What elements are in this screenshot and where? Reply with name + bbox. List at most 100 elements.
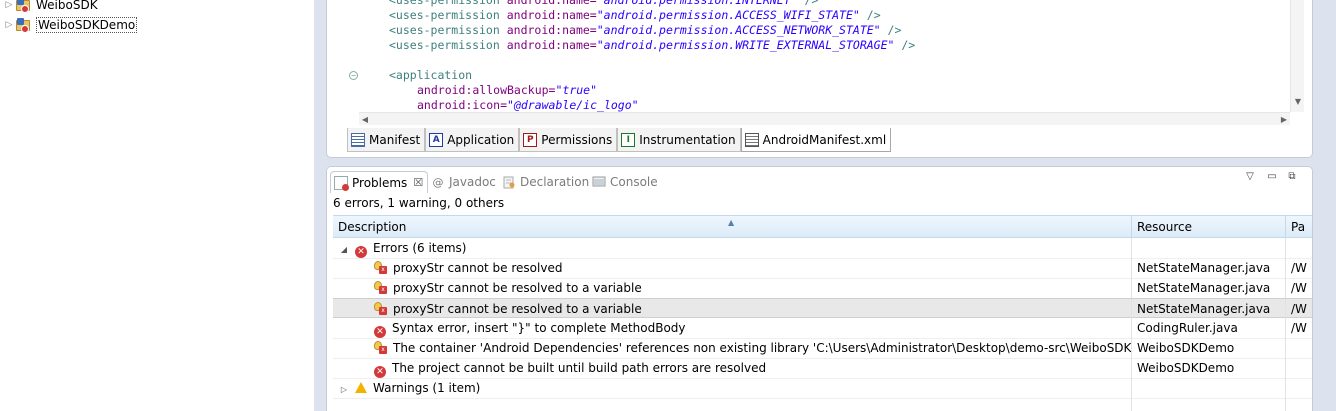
close-icon[interactable]: ☒ [413,176,423,189]
java-project-error-icon [16,18,32,33]
code-line: android:icon="@drawable/ic_logo" [417,98,639,112]
table-row-hovered[interactable]: x proxyStr cannot be resolved to a variab… [333,298,1312,319]
instrumentation-icon: I [621,132,636,147]
xml-file-icon [744,132,759,147]
group-label: Errors (6 items) [373,241,467,255]
permissions-icon: P [523,132,538,147]
fold-collapse-icon[interactable]: − [349,71,358,80]
column-header-path[interactable]: Pa [1286,216,1312,238]
problems-icon [334,175,349,191]
tree-item-weibosdkdemo[interactable]: ▷ WeiboSDKDemo [4,16,138,34]
problem-resource: NetStateManager.java [1132,258,1286,278]
tab-label: Console [610,175,658,189]
problem-description: The container 'Android Dependencies' ref… [393,341,1132,355]
problem-resource: NetStateManager.java [1132,299,1286,319]
table-header: Description ▲ Resource Pa [333,215,1312,238]
empty-row [333,398,1312,411]
problem-resource: CodingRuler.java [1132,318,1286,338]
view-menu-icon[interactable]: ▽ [1243,171,1257,182]
tab-application[interactable]: A Application [425,128,520,152]
errors-group-row[interactable]: ◢ ✕ Errors (6 items) [333,238,1312,258]
problem-path [1286,358,1312,378]
problem-path [1286,338,1312,358]
tab-problems[interactable]: Problems ☒ [330,171,429,193]
tab-label: Application [447,132,515,147]
expand-arrow-icon[interactable]: ▷ [4,0,14,10]
at-icon: @ [432,175,444,189]
warning-icon [355,382,367,393]
workspace-area: <uses-permission android:name="android.p… [314,0,1336,411]
tab-instrumentation[interactable]: I Instrumentation [617,128,741,152]
warnings-group-row[interactable]: ▷ Warnings (1 item) [333,378,1312,398]
tab-label: Javadoc [449,175,496,189]
table-row[interactable]: ✕ The project cannot be built until build… [333,358,1312,378]
horizontal-scrollbar[interactable]: ◀ ▶ [359,112,1290,125]
quickfix-error-icon: x [374,302,387,315]
java-project-error-icon [16,0,32,13]
code-line: <application [389,68,473,82]
problem-resource: WeiboSDKDemo [1132,338,1286,358]
expand-arrow-icon[interactable]: ▷ [339,380,349,398]
xml-code-area[interactable]: <uses-permission android:name="android.p… [327,0,1290,112]
column-label: Resource [1137,220,1193,234]
view-tab-bar: Problems ☒ @ Javadoc Declaration Console… [327,167,1312,195]
manifest-icon [351,132,365,147]
collapse-arrow-icon[interactable]: ◢ [339,240,349,258]
problem-path: /W [1291,281,1307,295]
code-line: android:allowBackup="true" [417,83,598,97]
quickfix-error-icon: x [374,281,387,294]
error-icon: ✕ [374,326,386,338]
table-row[interactable]: x The container 'Android Dependencies' re… [333,338,1312,358]
project-label: WeiboSDKDemo [36,17,138,33]
code-line: <uses-permission android:name="android.p… [389,8,881,22]
tab-label: Declaration [520,175,590,189]
tab-androidmanifest-xml[interactable]: AndroidManifest.xml [740,128,892,152]
tab-console[interactable]: Console [592,171,658,193]
code-line: <uses-permission android:name="android.p… [389,0,819,7]
expand-arrow-icon[interactable]: ▷ [4,20,14,30]
minimize-icon[interactable]: ▭ [1265,171,1279,182]
error-icon: ✕ [355,246,367,258]
project-label: WeiboSDK [36,0,98,12]
problems-view: Problems ☒ @ Javadoc Declaration Console… [326,166,1313,411]
code-line: <uses-permission android:name="android.p… [389,23,902,37]
problem-resource: WeiboSDKDemo [1132,358,1286,378]
problem-description: The project cannot be built until build … [392,361,767,375]
tab-declaration[interactable]: Declaration [502,171,589,193]
group-label: Warnings (1 item) [373,381,481,395]
scroll-right-icon[interactable]: ▶ [1278,113,1290,126]
column-header-description[interactable]: Description ▲ [333,216,1132,238]
column-label: Pa [1291,220,1306,234]
tab-manifest[interactable]: Manifest [347,128,426,152]
console-icon [592,175,606,189]
tab-label: Problems [352,175,408,190]
problem-description: Syntax error, insert "}" to complete Met… [392,321,686,335]
column-header-resource[interactable]: Resource [1132,216,1286,238]
error-icon: ✕ [374,366,386,378]
vertical-scrollbar[interactable]: ▼ [1290,0,1304,112]
problem-description: proxyStr cannot be resolved [393,261,563,275]
maximize-icon[interactable]: ⧉ [1285,171,1299,182]
problems-table: Description ▲ Resource Pa ◢ ✕ Errors (6 it… [333,215,1312,411]
sort-ascending-icon: ▲ [728,218,735,227]
scroll-down-icon[interactable]: ▼ [1291,96,1305,108]
problem-resource: NetStateManager.java [1132,278,1286,298]
tab-label: Manifest [369,132,421,147]
tab-javadoc[interactable]: @ Javadoc [431,171,496,193]
tab-label: AndroidManifest.xml [762,132,887,147]
tab-permissions[interactable]: P Permissions [519,128,618,152]
scroll-left-icon[interactable]: ◀ [359,113,371,126]
column-label: Description [338,220,407,234]
table-row[interactable]: x proxyStr cannot be resolved NetStateMan… [333,258,1312,278]
application-icon: A [429,132,444,147]
quickfix-error-icon: x [374,261,387,274]
tree-item-weibosdk[interactable]: ▷ WeiboSDK [4,0,98,14]
problem-path: /W [1291,302,1307,316]
problems-summary: 6 errors, 1 warning, 0 others [333,196,505,210]
problem-path: /W [1291,261,1307,275]
project-explorer: ▷ WeiboSDK ▷ WeiboSDKDemo [0,0,314,411]
manifest-editor: <uses-permission android:name="android.p… [326,0,1313,158]
table-row[interactable]: ✕ Syntax error, insert "}" to complete Me… [333,318,1312,338]
tab-label: Instrumentation [639,132,736,147]
table-row[interactable]: x proxyStr cannot be resolved to a variab… [333,278,1312,298]
